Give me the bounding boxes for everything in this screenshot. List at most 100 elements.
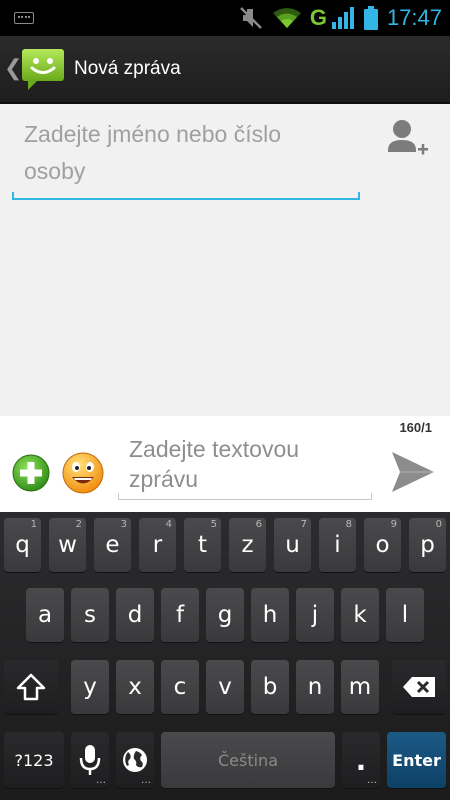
key-d[interactable]: d bbox=[116, 588, 154, 642]
symbols-key[interactable]: ?123 bbox=[4, 732, 64, 788]
period-key[interactable]: . … bbox=[342, 732, 380, 788]
key-label: n bbox=[307, 674, 323, 700]
key-label: x bbox=[128, 674, 142, 700]
key-s[interactable]: s bbox=[71, 588, 109, 642]
key-u[interactable]: u7 bbox=[274, 518, 311, 572]
key-label: s bbox=[84, 602, 96, 628]
more-indicator: … bbox=[141, 775, 151, 786]
key-hint: 2 bbox=[75, 519, 82, 530]
network-type-label: G bbox=[309, 5, 327, 30]
key-label: z bbox=[241, 532, 254, 558]
key-m[interactable]: m bbox=[341, 660, 379, 714]
key-label: e bbox=[105, 532, 120, 558]
key-label: Enter bbox=[392, 750, 441, 770]
character-counter: 160/1 bbox=[399, 420, 432, 435]
key-c[interactable]: c bbox=[161, 660, 199, 714]
key-label: k bbox=[353, 602, 367, 628]
key-label: p bbox=[420, 532, 435, 558]
key-l[interactable]: l bbox=[386, 588, 424, 642]
key-e[interactable]: e3 bbox=[94, 518, 131, 572]
key-n[interactable]: n bbox=[296, 660, 334, 714]
key-o[interactable]: o9 bbox=[364, 518, 401, 572]
key-label: u bbox=[285, 532, 300, 558]
wifi-icon bbox=[272, 8, 301, 28]
key-label: . bbox=[355, 743, 367, 777]
key-label: y bbox=[83, 674, 97, 700]
space-key[interactable]: Čeština bbox=[161, 732, 335, 788]
shift-arrow-icon bbox=[16, 673, 46, 701]
key-label: c bbox=[173, 674, 187, 700]
key-g[interactable]: g bbox=[206, 588, 244, 642]
emoji-icon[interactable] bbox=[62, 452, 104, 494]
key-p[interactable]: p0 bbox=[409, 518, 446, 572]
key-label: b bbox=[262, 674, 278, 700]
signal-icon bbox=[331, 7, 354, 29]
key-a[interactable]: a bbox=[26, 588, 64, 642]
status-bar: G 17:47 bbox=[0, 0, 450, 36]
recipient-area: Zadejte jméno nebo číslo osoby bbox=[0, 104, 450, 416]
add-attachment-icon[interactable] bbox=[12, 454, 50, 492]
key-t[interactable]: t5 bbox=[184, 518, 221, 572]
key-q[interactable]: q1 bbox=[4, 518, 41, 572]
backspace-key[interactable] bbox=[392, 660, 446, 714]
key-label: r bbox=[152, 532, 163, 558]
recipient-placeholder-line2: osoby bbox=[24, 158, 86, 184]
key-z[interactable]: z6 bbox=[229, 518, 266, 572]
key-hint: 6 bbox=[255, 519, 262, 530]
keyboard-icon bbox=[14, 12, 34, 24]
status-clock: 17:47 bbox=[386, 5, 442, 30]
voice-input-key[interactable]: … bbox=[71, 732, 109, 788]
key-label: ?123 bbox=[14, 750, 54, 770]
action-bar: ❮ Nová zpráva bbox=[0, 36, 450, 104]
key-label: m bbox=[348, 674, 372, 700]
key-hint: 7 bbox=[300, 519, 307, 530]
microphone-icon bbox=[79, 745, 101, 775]
send-icon[interactable] bbox=[390, 450, 436, 494]
key-k[interactable]: k bbox=[341, 588, 379, 642]
globe-icon bbox=[123, 748, 147, 772]
message-placeholder-line1: Zadejte textovou bbox=[129, 436, 300, 462]
backspace-icon bbox=[403, 677, 435, 697]
key-label: j bbox=[311, 602, 319, 628]
key-label: d bbox=[127, 602, 143, 628]
shift-key[interactable] bbox=[4, 660, 58, 714]
key-label: t bbox=[197, 532, 208, 558]
compose-bar: 160/1 Zadejte textovou zprávu bbox=[0, 416, 450, 512]
recipient-placeholder-line1: Zadejte jméno nebo číslo bbox=[24, 121, 281, 147]
key-hint: 8 bbox=[345, 519, 352, 530]
page-title: Nová zpráva bbox=[74, 58, 181, 79]
key-f[interactable]: f bbox=[161, 588, 199, 642]
key-hint: 9 bbox=[390, 519, 397, 530]
space-language-label: Čeština bbox=[217, 750, 278, 770]
key-label: q bbox=[15, 532, 30, 558]
key-r[interactable]: r4 bbox=[139, 518, 176, 572]
key-label: a bbox=[37, 602, 53, 628]
enter-key[interactable]: Enter bbox=[387, 732, 446, 788]
key-b[interactable]: b bbox=[251, 660, 289, 714]
add-contact-icon[interactable] bbox=[386, 116, 430, 162]
recipient-input[interactable]: Zadejte jméno nebo číslo osoby bbox=[12, 114, 360, 200]
key-h[interactable]: h bbox=[251, 588, 289, 642]
messaging-smiley-icon[interactable] bbox=[20, 46, 66, 92]
more-indicator: … bbox=[96, 775, 106, 786]
message-input[interactable]: Zadejte textovou zprávu bbox=[118, 434, 372, 500]
key-label: o bbox=[375, 532, 390, 558]
language-key[interactable]: … bbox=[116, 732, 154, 788]
key-x[interactable]: x bbox=[116, 660, 154, 714]
key-hint: 5 bbox=[210, 519, 217, 530]
key-label: v bbox=[218, 674, 232, 700]
key-j[interactable]: j bbox=[296, 588, 334, 642]
key-i[interactable]: i8 bbox=[319, 518, 356, 572]
key-y[interactable]: y bbox=[71, 660, 109, 714]
key-hint: 1 bbox=[30, 519, 37, 530]
key-label: i bbox=[334, 532, 341, 558]
mute-icon bbox=[239, 7, 262, 29]
key-label: w bbox=[58, 532, 77, 558]
key-w[interactable]: w2 bbox=[49, 518, 86, 572]
key-label: l bbox=[401, 602, 409, 628]
key-label: g bbox=[217, 602, 233, 628]
key-v[interactable]: v bbox=[206, 660, 244, 714]
key-label: f bbox=[175, 602, 185, 628]
key-hint: 0 bbox=[435, 519, 442, 530]
key-hint: 3 bbox=[120, 519, 127, 530]
